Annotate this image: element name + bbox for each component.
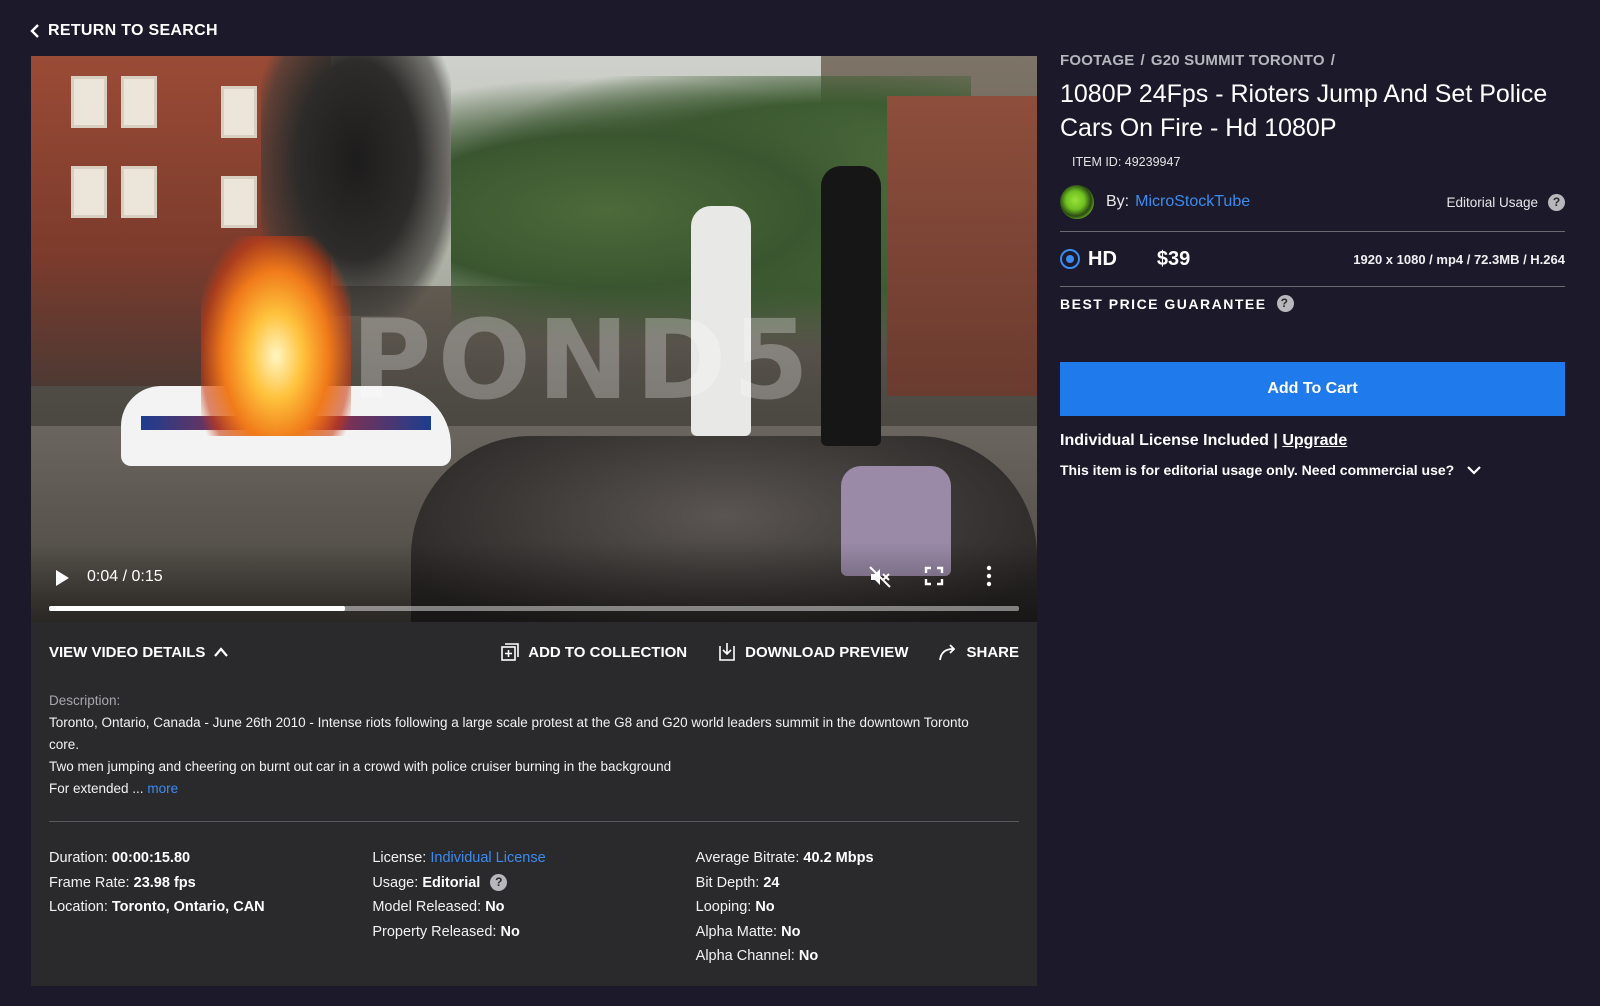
share-label: SHARE	[966, 643, 1019, 661]
download-preview-label: DOWNLOAD PREVIEW	[745, 643, 909, 661]
scene-fire	[201, 236, 351, 436]
metadata-grid: Duration: 00:00:15.80 Frame Rate: 23.98 …	[49, 846, 1019, 969]
description-label: Description:	[49, 693, 121, 708]
add-to-cart-button[interactable]: Add To Cart	[1060, 362, 1565, 416]
editorial-help-icon[interactable]: ?	[1548, 193, 1565, 211]
license-included-label: Individual License Included	[1060, 432, 1269, 449]
play-icon[interactable]	[53, 568, 71, 588]
description-line-2: Two men jumping and cheering on burnt ou…	[49, 759, 672, 774]
view-details-label: VIEW VIDEO DETAILS	[49, 643, 206, 661]
best-price-guarantee: BEST PRICE GUARANTEE ?	[1060, 295, 1565, 312]
details-bar: VIEW VIDEO DETAILS ADD TO COLLECTION DOW…	[31, 622, 1037, 682]
meta-bit-depth: Bit Depth: 24	[695, 874, 780, 891]
meta-looping: Looping: No	[695, 899, 775, 915]
best-price-label: BEST PRICE GUARANTEE	[1060, 295, 1267, 312]
purchase-panel: FOOTAGE / G20 SUMMIT TORONTO / 1080P 24Fps …	[1060, 52, 1565, 478]
more-vertical-icon[interactable]	[979, 564, 999, 588]
price-bottom-rule	[1060, 286, 1565, 287]
add-collection-icon	[501, 643, 520, 661]
breadcrumb-g20[interactable]: G20 SUMMIT TORONTO	[1151, 52, 1325, 69]
license-link[interactable]: Individual License	[430, 850, 545, 866]
chevron-down-icon	[1467, 466, 1481, 475]
time-display: 0:04 / 0:15	[87, 568, 163, 585]
metadata-column-2: License: Individual License Usage: Edito…	[372, 846, 695, 969]
breadcrumb: FOOTAGE / G20 SUMMIT TORONTO /	[1060, 52, 1565, 69]
usage-help-icon[interactable]: ?	[490, 874, 508, 892]
details-divider	[49, 821, 1019, 822]
price-option-hd[interactable]: HD $39 1920 x 1080 / mp4 / 72.3MB / H.26…	[1060, 232, 1565, 286]
meta-location: Location: Toronto, Ontario, CAN	[49, 899, 265, 915]
author-by-label: By:	[1106, 193, 1130, 210]
mute-icon[interactable]	[869, 566, 891, 588]
download-icon	[719, 643, 735, 661]
video-player[interactable]: POND5 0:04 / 0:15	[31, 56, 1037, 622]
item-id: ITEM ID: 49239947	[1072, 155, 1181, 169]
format-label: HD	[1088, 247, 1117, 270]
meta-license: License: Individual License	[372, 850, 546, 866]
meta-model-released: Model Released: No	[372, 899, 505, 915]
video-actions: ADD TO COLLECTION DOWNLOAD PREVIEW SHARE	[500, 642, 1019, 662]
share-icon	[939, 644, 956, 661]
meta-alpha-matte: Alpha Matte: No	[695, 923, 801, 940]
pond5-watermark: POND5	[351, 296, 816, 424]
chevron-left-icon	[30, 24, 39, 38]
editorial-usage-label: Editorial Usage	[1446, 194, 1538, 210]
meta-bitrate: Average Bitrate: 40.2 Mbps	[695, 850, 874, 866]
author-link[interactable]: MicroStockTube	[1135, 193, 1250, 211]
breadcrumb-footage[interactable]: FOOTAGE	[1060, 52, 1134, 69]
meta-duration: Duration: 00:00:15.80	[49, 850, 191, 866]
license-line: Individual License Included | Upgrade	[1060, 432, 1565, 450]
return-to-search-link[interactable]: RETURN TO SEARCH	[30, 22, 218, 40]
author-avatar[interactable]	[1060, 185, 1094, 219]
chevron-up-icon	[214, 647, 229, 657]
author-row: By: MicroStockTube Editorial Usage ?	[1060, 185, 1565, 219]
video-panel: POND5 0:04 / 0:15 VIEW VIDEO DETAILS ADD…	[31, 56, 1037, 986]
description-line-1: Toronto, Ontario, Canada - June 26th 201…	[49, 715, 969, 752]
scene-building-right	[887, 96, 1037, 396]
editorial-note-label: This item is for editorial usage only. N…	[1060, 462, 1455, 478]
share-button[interactable]: SHARE	[938, 642, 1019, 662]
player-controls: 0:04 / 0:15	[31, 542, 1037, 622]
meta-frame-rate: Frame Rate: 23.98 fps	[49, 874, 196, 891]
meta-property-released: Property Released: No	[372, 923, 520, 940]
metadata-column-3: Average Bitrate: 40.2 Mbps Bit Depth: 24…	[696, 846, 1019, 969]
breadcrumb-separator: /	[1140, 52, 1145, 69]
breadcrumb-separator: /	[1330, 52, 1336, 69]
description-more-link[interactable]: more	[147, 781, 178, 796]
download-preview-button[interactable]: DOWNLOAD PREVIEW	[717, 642, 908, 662]
description-line-3: For extended ... more	[49, 778, 999, 800]
license-separator: |	[1273, 432, 1278, 449]
add-to-collection-button[interactable]: ADD TO COLLECTION	[500, 642, 687, 662]
upgrade-link[interactable]: Upgrade	[1282, 432, 1347, 449]
view-video-details-toggle[interactable]: VIEW VIDEO DETAILS	[49, 644, 229, 661]
add-to-collection-label: ADD TO COLLECTION	[528, 643, 688, 661]
meta-alpha-channel: Alpha Channel: No	[695, 948, 819, 964]
hd-radio[interactable]	[1060, 249, 1080, 269]
price: $39	[1156, 247, 1191, 270]
best-price-help-icon[interactable]: ?	[1276, 295, 1294, 312]
metadata-column-1: Duration: 00:00:15.80 Frame Rate: 23.98 …	[49, 846, 372, 969]
fullscreen-icon[interactable]	[924, 566, 944, 586]
progress-fill	[49, 606, 345, 611]
progress-bar[interactable]	[49, 606, 1019, 611]
editorial-note-toggle[interactable]: This item is for editorial usage only. N…	[1060, 462, 1565, 478]
description-block: Description: Toronto, Ontario, Canada - …	[49, 690, 999, 800]
description-extended: For extended ...	[49, 781, 144, 796]
file-spec: 1920 x 1080 / mp4 / 72.3MB / H.264	[1353, 251, 1565, 267]
return-to-search-label: RETURN TO SEARCH	[48, 22, 218, 39]
meta-usage: Usage: Editorial?	[372, 871, 695, 896]
editorial-usage: Editorial Usage ?	[1446, 193, 1565, 211]
item-title: 1080P 24Fps - Rioters Jump And Set Polic…	[1060, 80, 1548, 142]
scene-person-2	[821, 166, 881, 446]
